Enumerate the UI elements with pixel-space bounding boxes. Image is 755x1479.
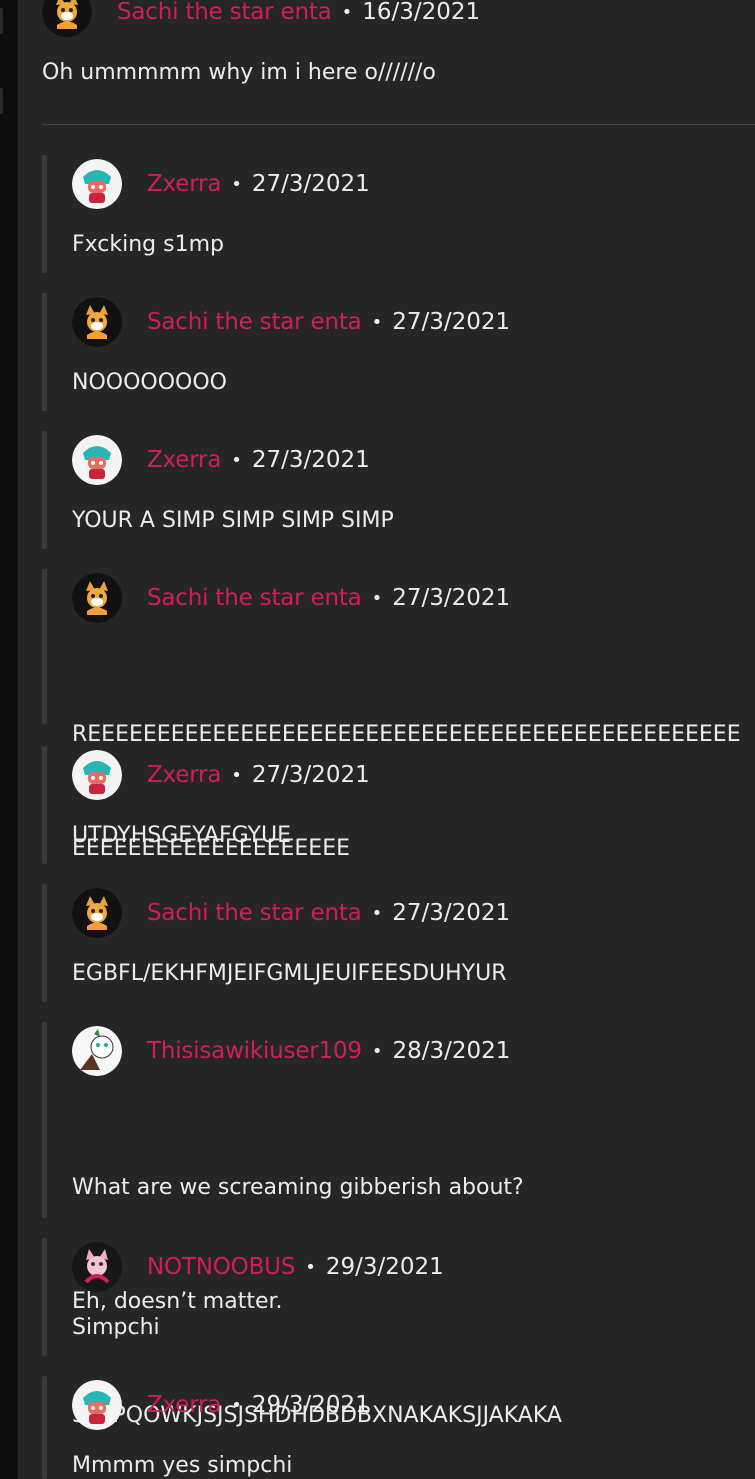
rail-marker [0,8,3,34]
comment-author[interactable]: NOTNOOBUS [147,1254,295,1280]
reply-thread-line[interactable] [42,1022,47,1218]
metadata-separator: • [371,587,383,609]
metadata-separator: • [371,1040,383,1062]
comment-header: Zxerra • 27/3/2021 [72,434,755,486]
teal-character-avatar[interactable] [72,1380,122,1430]
comment-text: Simpchi [72,1315,160,1340]
left-rail [0,0,18,1479]
comment-date[interactable]: 27/3/2021 [252,447,370,473]
comment-date[interactable]: 27/3/2021 [392,900,510,926]
reply-thread-line[interactable] [42,431,47,549]
metadata-separator: • [371,311,383,333]
comment-header: Zxerra • 29/3/2021 [72,1379,755,1431]
comment-author[interactable]: Zxerra [147,447,221,473]
comment-header: Sachi the star enta • 16/3/2021 [42,0,755,38]
pink-fox-avatar[interactable] [72,1242,122,1292]
comment-header: Zxerra • 27/3/2021 [72,749,755,801]
metadata-separator: • [231,1394,242,1416]
reply-thread-line[interactable] [42,1376,47,1479]
comment-date[interactable]: 29/3/2021 [326,1254,444,1280]
comment-author[interactable]: Sachi the star enta [147,900,362,926]
metadata-separator: • [305,1256,316,1278]
comment-date[interactable]: 27/3/2021 [252,171,370,197]
teal-character-avatar[interactable] [72,159,122,209]
teal-character-avatar[interactable] [72,435,122,485]
metadata-separator: • [371,902,383,924]
comment-date[interactable]: 27/3/2021 [392,309,510,335]
comment-header: Thisisawikiuser109 • 28/3/2021 [72,1025,755,1077]
reply-comment: Zxerra • 29/3/2021 Mmmm yes simpchi [72,1379,755,1479]
thread-separator [42,124,755,125]
reply-comment: Zxerra • 27/3/2021 UTDYHSGEYAFGYUE [72,749,755,855]
rail-marker [0,88,3,114]
comment-text: YOUR A SIMP SIMP SIMP SIMP [72,508,394,533]
metadata-separator: • [231,764,242,786]
metadata-separator: • [341,1,353,23]
reply-thread-line[interactable] [42,569,47,724]
comment-author[interactable]: Zxerra [147,171,221,197]
comment-header: Sachi the star enta • 27/3/2021 [72,572,755,624]
comment-author[interactable]: Sachi the star enta [147,309,362,335]
reply-thread-line[interactable] [42,293,47,411]
comment-text: EGBFL/EKHFMJEIFGMLJEUIFEESDUHYUR [72,961,507,986]
reply-comment: Sachi the star enta • 27/3/2021 EGBFL/EK… [72,887,755,993]
reply-comment: Zxerra • 27/3/2021 Fxcking s1mp [72,158,755,264]
comment-date[interactable]: 29/3/2021 [252,1392,370,1418]
comment-author[interactable]: Thisisawikiuser109 [147,1038,362,1064]
comment-text: Mmmm yes simpchi [72,1453,293,1478]
fox-avatar[interactable] [72,573,122,623]
reply-thread-line[interactable] [42,1238,47,1356]
white-character-avatar[interactable] [72,1026,122,1076]
reply-thread-line[interactable] [42,884,47,1002]
comment-author[interactable]: Zxerra [147,1392,221,1418]
comment-text: NOOOOOOOO [72,370,227,395]
fox-avatar[interactable] [72,888,122,938]
comment-date[interactable]: 27/3/2021 [392,585,510,611]
fox-avatar[interactable] [42,0,92,37]
comment-author[interactable]: Zxerra [147,762,221,788]
comment-author[interactable]: Sachi the star enta [147,585,362,611]
comment-text: UTDYHSGEYAFGYUE [72,823,292,848]
comment-text: Fxcking s1mp [72,232,224,257]
comment-header: Zxerra • 27/3/2021 [72,158,755,210]
reply-comment: NOTNOOBUS • 29/3/2021 Simpchi [72,1241,755,1347]
comment-line: What are we screaming gibberish about? [72,1175,524,1200]
comment-date[interactable]: 16/3/2021 [362,0,480,25]
comment-header: Sachi the star enta • 27/3/2021 [72,296,755,348]
reply-comment: Sachi the star enta • 27/3/2021 NOOOOOOO… [72,296,755,402]
fox-avatar[interactable] [72,297,122,347]
comment-author[interactable]: Sachi the star enta [117,0,332,25]
metadata-separator: • [231,173,242,195]
top-comment: Sachi the star enta • 16/3/2021 Oh ummmm… [42,0,755,92]
comment-text: Oh ummmmm why im i here o//////o [42,60,436,85]
teal-character-avatar[interactable] [72,750,122,800]
comment-header: Sachi the star enta • 27/3/2021 [72,887,755,939]
metadata-separator: • [231,449,242,471]
reply-thread-line[interactable] [42,155,47,273]
comment-thread-page: Sachi the star enta • 16/3/2021 Oh ummmm… [0,0,755,1479]
comment-date[interactable]: 28/3/2021 [392,1038,510,1064]
reply-comment: Zxerra • 27/3/2021 YOUR A SIMP SIMP SIMP… [72,434,755,540]
reply-thread-line[interactable] [42,746,47,864]
comment-header: NOTNOOBUS • 29/3/2021 [72,1241,755,1293]
comment-date[interactable]: 27/3/2021 [252,762,370,788]
